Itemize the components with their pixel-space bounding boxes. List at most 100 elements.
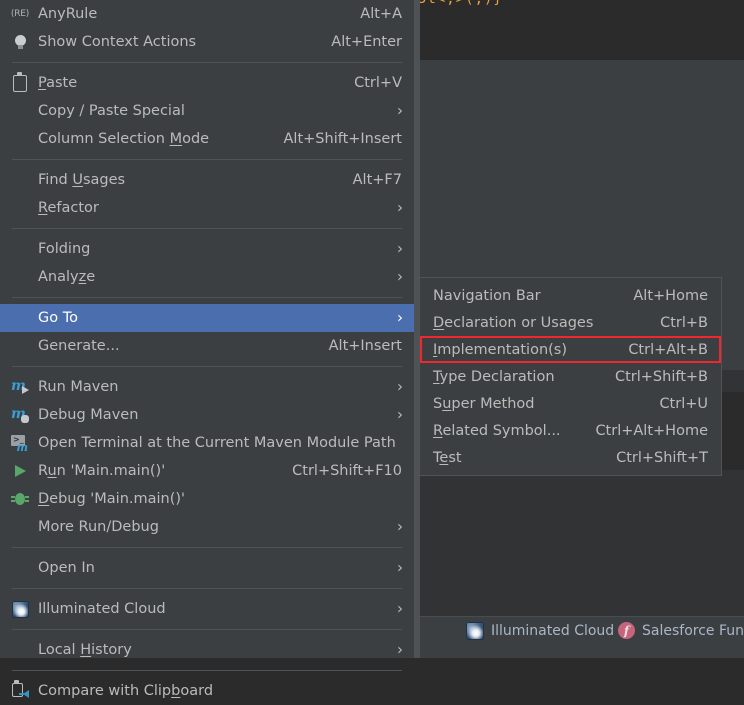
chevron-right-icon: › [397,267,403,286]
menu-item-label: Copy / Paste Special [38,103,185,119]
submenu-item-test[interactable]: Test Ctrl+Shift+T [420,444,721,471]
menu-item-label: Analyze [38,269,96,285]
submenu-item-label: Super Method [433,395,535,412]
menu-item-shortcut: Alt+F7 [352,172,402,188]
maven-run-icon: m [11,378,29,396]
menu-item-label: More Run/Debug [38,519,159,535]
menu-item-label: Debug 'Main.main()' [38,491,186,507]
submenu-item-navigation-bar[interactable]: Navigation Bar Alt+Home [420,282,721,309]
chevron-right-icon: › [397,198,403,217]
menu-item-shortcut: Alt+Shift+Insert [283,131,402,147]
menu-item-label: Show Context Actions [38,34,197,50]
chevron-right-icon: › [397,308,403,327]
status-bar-item-label: Illuminated Cloud [491,623,615,639]
menu-item-run-maven[interactable]: m Run Maven › [0,373,414,401]
menu-separator [12,228,402,229]
submenu-item-super-method[interactable]: Super Method Ctrl+U [420,390,721,417]
run-icon [11,462,29,480]
menu-separator [12,159,402,160]
submenu-item-shortcut: Alt+Home [633,287,708,304]
menu-item-compare-with-clipboard[interactable]: Compare with Clipboard [0,677,414,705]
menu-item-generate[interactable]: Generate... Alt+Insert [0,332,414,360]
clipboard-icon [11,72,29,92]
compare-clipboard-icon [11,680,29,700]
menu-item-paste[interactable]: Paste Ctrl+V [0,69,414,97]
menu-item-open-terminal-maven-module-path[interactable]: >_ m Open Terminal at the Current Maven M… [0,429,414,457]
menu-item-folding[interactable]: Folding › [0,235,414,263]
menu-item-show-context-actions[interactable]: Show Context Actions Alt+Enter [0,28,414,56]
submenu-item-declaration-or-usages[interactable]: Declaration or Usages Ctrl+B [420,309,721,336]
menu-item-label: Refactor [38,200,99,216]
menu-item-shortcut: Ctrl+V [354,75,402,91]
menu-item-label: Compare with Clipboard [38,683,214,699]
menu-item-shortcut: Ctrl+Shift+F10 [292,463,402,479]
menu-item-column-selection-mode[interactable]: Column Selection Mode Alt+Shift+Insert [0,125,414,153]
menu-item-label: Open In [38,560,95,576]
menu-separator [12,297,402,298]
status-bar-item-label: Salesforce Funct [642,622,744,639]
editor-context-menu[interactable]: (RE) AnyRule Alt+A Show Context Actions … [0,0,415,699]
menu-separator [12,629,402,630]
submenu-item-shortcut: Ctrl+B [660,314,708,331]
menu-item-label: Generate... [38,338,120,354]
submenu-item-label: Test [433,449,462,466]
submenu-item-shortcut: Ctrl+Shift+B [614,368,708,385]
menu-item-debug-maven[interactable]: m Debug Maven › [0,401,414,429]
menu-item-shortcut: Alt+Enter [331,34,402,50]
menu-item-copy-paste-special[interactable]: Copy / Paste Special › [0,97,414,125]
menu-item-label: Find Usages [38,172,126,188]
chevron-right-icon: › [397,101,403,120]
editor-code-fragment: 5t<,>(,)} [418,0,503,7]
illuminated-cloud-icon [466,622,484,640]
submenu-item-shortcut: Ctrl+Alt+Home [595,422,708,439]
menu-item-local-history[interactable]: Local History › [0,636,414,664]
menu-item-label: Local History [38,642,132,658]
menu-item-refactor[interactable]: Refactor › [0,194,414,222]
submenu-item-related-symbol[interactable]: Related Symbol... Ctrl+Alt+Home [420,417,721,444]
debug-icon [11,490,29,508]
submenu-item-label: Type Declaration [433,368,555,385]
menu-item-analyze[interactable]: Analyze › [0,263,414,291]
menu-item-label: Illuminated Cloud [38,601,166,617]
go-to-submenu[interactable]: Navigation Bar Alt+Home Declaration or U… [419,277,722,476]
chevron-right-icon: › [397,558,403,577]
illuminated-cloud-icon [11,600,29,618]
maven-debug-icon: m [11,406,29,424]
menu-item-illuminated-cloud[interactable]: Illuminated Cloud › [0,595,414,623]
chevron-right-icon: › [397,517,403,536]
menu-item-label: Open Terminal at the Current Maven Modul… [38,435,396,451]
menu-item-run-main[interactable]: Run 'Main.main()' Ctrl+Shift+F10 [0,457,414,485]
menu-separator [12,588,402,589]
lightbulb-icon [11,33,29,51]
menu-item-go-to[interactable]: Go To › [0,304,414,332]
menu-item-shortcut: Alt+Insert [328,338,402,354]
submenu-item-shortcut: Ctrl+Alt+B [628,341,708,358]
submenu-item-label: Navigation Bar [433,287,541,304]
menu-item-find-usages[interactable]: Find Usages Alt+F7 [0,166,414,194]
menu-separator [12,547,402,548]
menu-item-label: Run 'Main.main()' [38,463,166,479]
menu-item-label: Column Selection Mode [38,131,210,147]
menu-item-more-run-debug[interactable]: More Run/Debug › [0,513,414,541]
submenu-item-label: Declaration or Usages [433,314,594,331]
terminal-maven-icon: >_ m [11,435,28,454]
menu-item-open-in[interactable]: Open In › [0,554,414,582]
menu-item-label: Debug Maven [38,407,139,423]
menu-item-label: Go To [38,310,78,326]
menu-separator [12,366,402,367]
menu-item-shortcut: Alt+A [360,6,402,22]
status-bar-item-illuminated-cloud[interactable]: Illuminated Cloud [466,622,614,640]
menu-item-anyrule[interactable]: (RE) AnyRule Alt+A [0,0,414,28]
submenu-item-label: Implementation(s) [433,341,568,358]
menu-separator [12,670,402,671]
submenu-item-type-declaration[interactable]: Type Declaration Ctrl+Shift+B [420,363,721,390]
menu-separator [12,62,402,63]
submenu-item-implementations[interactable]: Implementation(s) Ctrl+Alt+B [420,336,721,363]
menu-item-label: AnyRule [38,6,98,22]
menu-item-debug-main[interactable]: Debug 'Main.main()' [0,485,414,513]
status-bar-item-salesforce-functions[interactable]: f Salesforce Funct [618,622,744,639]
chevron-right-icon: › [397,405,403,424]
chevron-right-icon: › [397,239,403,258]
menu-item-label: Folding [38,241,91,257]
tool-window [418,470,744,617]
